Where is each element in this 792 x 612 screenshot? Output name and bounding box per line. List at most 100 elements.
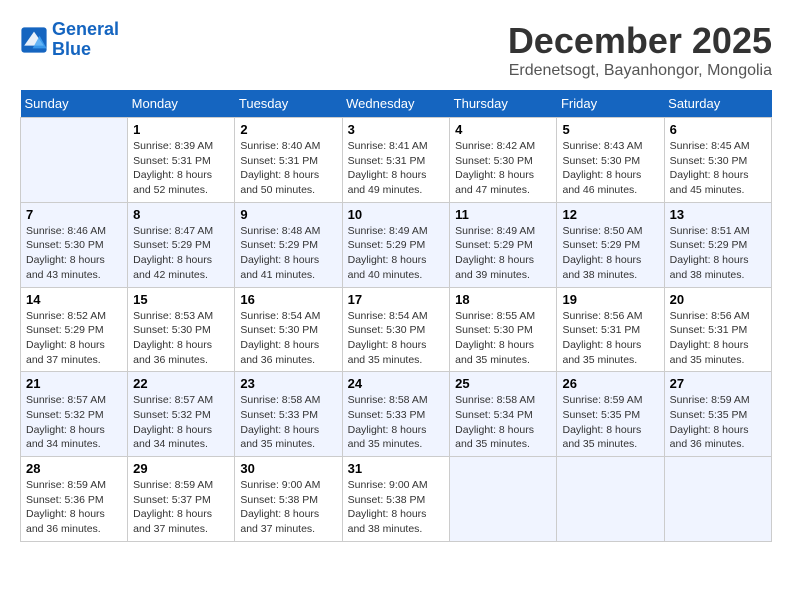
day-number: 30 xyxy=(240,461,336,476)
day-number: 17 xyxy=(348,292,445,307)
day-info: Sunrise: 8:56 AMSunset: 5:31 PMDaylight:… xyxy=(670,309,766,368)
day-number: 25 xyxy=(455,376,551,391)
day-info: Sunrise: 8:57 AMSunset: 5:32 PMDaylight:… xyxy=(133,393,229,452)
day-info: Sunrise: 8:55 AMSunset: 5:30 PMDaylight:… xyxy=(455,309,551,368)
calendar-cell: 15 Sunrise: 8:53 AMSunset: 5:30 PMDayligh… xyxy=(128,287,235,372)
day-number: 13 xyxy=(670,207,766,222)
day-info: Sunrise: 8:50 AMSunset: 5:29 PMDaylight:… xyxy=(562,224,658,283)
day-info: Sunrise: 8:49 AMSunset: 5:29 PMDaylight:… xyxy=(455,224,551,283)
day-info: Sunrise: 8:51 AMSunset: 5:29 PMDaylight:… xyxy=(670,224,766,283)
main-title: December 2025 xyxy=(508,20,772,62)
day-number: 9 xyxy=(240,207,336,222)
calendar-cell: 31 Sunrise: 9:00 AMSunset: 5:38 PMDayligh… xyxy=(342,457,450,542)
day-number: 18 xyxy=(455,292,551,307)
day-number: 23 xyxy=(240,376,336,391)
calendar-cell: 22 Sunrise: 8:57 AMSunset: 5:32 PMDayligh… xyxy=(128,372,235,457)
day-number: 24 xyxy=(348,376,445,391)
calendar-cell: 20 Sunrise: 8:56 AMSunset: 5:31 PMDayligh… xyxy=(664,287,771,372)
day-number: 7 xyxy=(26,207,122,222)
day-info: Sunrise: 8:42 AMSunset: 5:30 PMDaylight:… xyxy=(455,139,551,198)
calendar-cell: 10 Sunrise: 8:49 AMSunset: 5:29 PMDayligh… xyxy=(342,202,450,287)
logo-line2: Blue xyxy=(52,39,91,59)
day-info: Sunrise: 8:52 AMSunset: 5:29 PMDaylight:… xyxy=(26,309,122,368)
calendar-cell: 4 Sunrise: 8:42 AMSunset: 5:30 PMDaylight… xyxy=(450,118,557,203)
calendar-cell: 5Sunrise: 8:43 AMSunset: 5:30 PMDaylight… xyxy=(557,118,664,203)
calendar-week-1: 1Sunrise: 8:39 AMSunset: 5:31 PMDaylight… xyxy=(21,118,772,203)
calendar-week-3: 14 Sunrise: 8:52 AMSunset: 5:29 PMDayligh… xyxy=(21,287,772,372)
header: General Blue December 2025 Erdenetsogt, … xyxy=(20,20,772,80)
calendar-cell: 17Sunrise: 8:54 AMSunset: 5:30 PMDayligh… xyxy=(342,287,450,372)
day-number: 3 xyxy=(348,122,445,137)
calendar-table: SundayMondayTuesdayWednesdayThursdayFrid… xyxy=(20,90,772,542)
weekday-header-saturday: Saturday xyxy=(664,90,771,118)
calendar-cell xyxy=(21,118,128,203)
weekday-header-tuesday: Tuesday xyxy=(235,90,342,118)
day-info: Sunrise: 8:48 AMSunset: 5:29 PMDaylight:… xyxy=(240,224,336,283)
day-info: Sunrise: 8:43 AMSunset: 5:30 PMDaylight:… xyxy=(562,139,658,198)
day-info: Sunrise: 8:56 AMSunset: 5:31 PMDaylight:… xyxy=(562,309,658,368)
day-number: 2 xyxy=(240,122,336,137)
day-number: 8 xyxy=(133,207,229,222)
calendar-cell: 21 Sunrise: 8:57 AMSunset: 5:32 PMDayligh… xyxy=(21,372,128,457)
calendar-cell: 29Sunrise: 8:59 AMSunset: 5:37 PMDayligh… xyxy=(128,457,235,542)
day-info: Sunrise: 8:58 AMSunset: 5:34 PMDaylight:… xyxy=(455,393,551,452)
day-number: 12 xyxy=(562,207,658,222)
day-info: Sunrise: 9:00 AMSunset: 5:38 PMDaylight:… xyxy=(348,478,445,537)
day-info: Sunrise: 8:40 AMSunset: 5:31 PMDaylight:… xyxy=(240,139,336,198)
day-number: 27 xyxy=(670,376,766,391)
calendar-cell: 26 Sunrise: 8:59 AMSunset: 5:35 PMDayligh… xyxy=(557,372,664,457)
calendar-cell: 18 Sunrise: 8:55 AMSunset: 5:30 PMDayligh… xyxy=(450,287,557,372)
calendar-cell: 9 Sunrise: 8:48 AMSunset: 5:29 PMDaylight… xyxy=(235,202,342,287)
calendar-cell: 1Sunrise: 8:39 AMSunset: 5:31 PMDaylight… xyxy=(128,118,235,203)
calendar-cell: 30 Sunrise: 9:00 AMSunset: 5:38 PMDayligh… xyxy=(235,457,342,542)
weekday-header-friday: Friday xyxy=(557,90,664,118)
calendar-cell: 25 Sunrise: 8:58 AMSunset: 5:34 PMDayligh… xyxy=(450,372,557,457)
day-number: 21 xyxy=(26,376,122,391)
calendar-cell: 28Sunrise: 8:59 AMSunset: 5:36 PMDayligh… xyxy=(21,457,128,542)
calendar-cell: 6 Sunrise: 8:45 AMSunset: 5:30 PMDaylight… xyxy=(664,118,771,203)
day-number: 10 xyxy=(348,207,445,222)
calendar-cell: 8 Sunrise: 8:47 AMSunset: 5:29 PMDaylight… xyxy=(128,202,235,287)
day-number: 20 xyxy=(670,292,766,307)
day-info: Sunrise: 8:47 AMSunset: 5:29 PMDaylight:… xyxy=(133,224,229,283)
weekday-header-thursday: Thursday xyxy=(450,90,557,118)
calendar-cell: 7 Sunrise: 8:46 AMSunset: 5:30 PMDaylight… xyxy=(21,202,128,287)
day-number: 6 xyxy=(670,122,766,137)
day-info: Sunrise: 8:59 AMSunset: 5:35 PMDaylight:… xyxy=(670,393,766,452)
day-number: 15 xyxy=(133,292,229,307)
day-info: Sunrise: 8:54 AMSunset: 5:30 PMDaylight:… xyxy=(240,309,336,368)
calendar-week-2: 7 Sunrise: 8:46 AMSunset: 5:30 PMDaylight… xyxy=(21,202,772,287)
weekday-header-monday: Monday xyxy=(128,90,235,118)
calendar-cell: 24 Sunrise: 8:58 AMSunset: 5:33 PMDayligh… xyxy=(342,372,450,457)
calendar-cell: 27 Sunrise: 8:59 AMSunset: 5:35 PMDayligh… xyxy=(664,372,771,457)
day-info: Sunrise: 8:45 AMSunset: 5:30 PMDaylight:… xyxy=(670,139,766,198)
calendar-cell xyxy=(664,457,771,542)
subtitle: Erdenetsogt, Bayanhongor, Mongolia xyxy=(508,62,772,80)
day-number: 22 xyxy=(133,376,229,391)
day-number: 29 xyxy=(133,461,229,476)
calendar-week-5: 28Sunrise: 8:59 AMSunset: 5:36 PMDayligh… xyxy=(21,457,772,542)
day-info: Sunrise: 8:59 AMSunset: 5:36 PMDaylight:… xyxy=(26,478,122,537)
day-info: Sunrise: 8:59 AMSunset: 5:35 PMDaylight:… xyxy=(562,393,658,452)
logo-line1: General xyxy=(52,19,119,39)
day-info: Sunrise: 8:49 AMSunset: 5:29 PMDaylight:… xyxy=(348,224,445,283)
day-number: 16 xyxy=(240,292,336,307)
day-number: 31 xyxy=(348,461,445,476)
day-info: Sunrise: 9:00 AMSunset: 5:38 PMDaylight:… xyxy=(240,478,336,537)
day-number: 4 xyxy=(455,122,551,137)
day-info: Sunrise: 8:39 AMSunset: 5:31 PMDaylight:… xyxy=(133,139,229,198)
weekday-header-wednesday: Wednesday xyxy=(342,90,450,118)
day-info: Sunrise: 8:57 AMSunset: 5:32 PMDaylight:… xyxy=(26,393,122,452)
calendar-cell: 13 Sunrise: 8:51 AMSunset: 5:29 PMDayligh… xyxy=(664,202,771,287)
calendar-cell: 23 Sunrise: 8:58 AMSunset: 5:33 PMDayligh… xyxy=(235,372,342,457)
day-info: Sunrise: 8:53 AMSunset: 5:30 PMDaylight:… xyxy=(133,309,229,368)
day-number: 26 xyxy=(562,376,658,391)
day-number: 11 xyxy=(455,207,551,222)
day-number: 14 xyxy=(26,292,122,307)
day-info: Sunrise: 8:46 AMSunset: 5:30 PMDaylight:… xyxy=(26,224,122,283)
calendar-cell xyxy=(557,457,664,542)
logo-text: General Blue xyxy=(52,20,119,60)
weekday-header-sunday: Sunday xyxy=(21,90,128,118)
day-info: Sunrise: 8:58 AMSunset: 5:33 PMDaylight:… xyxy=(348,393,445,452)
day-info: Sunrise: 8:58 AMSunset: 5:33 PMDaylight:… xyxy=(240,393,336,452)
